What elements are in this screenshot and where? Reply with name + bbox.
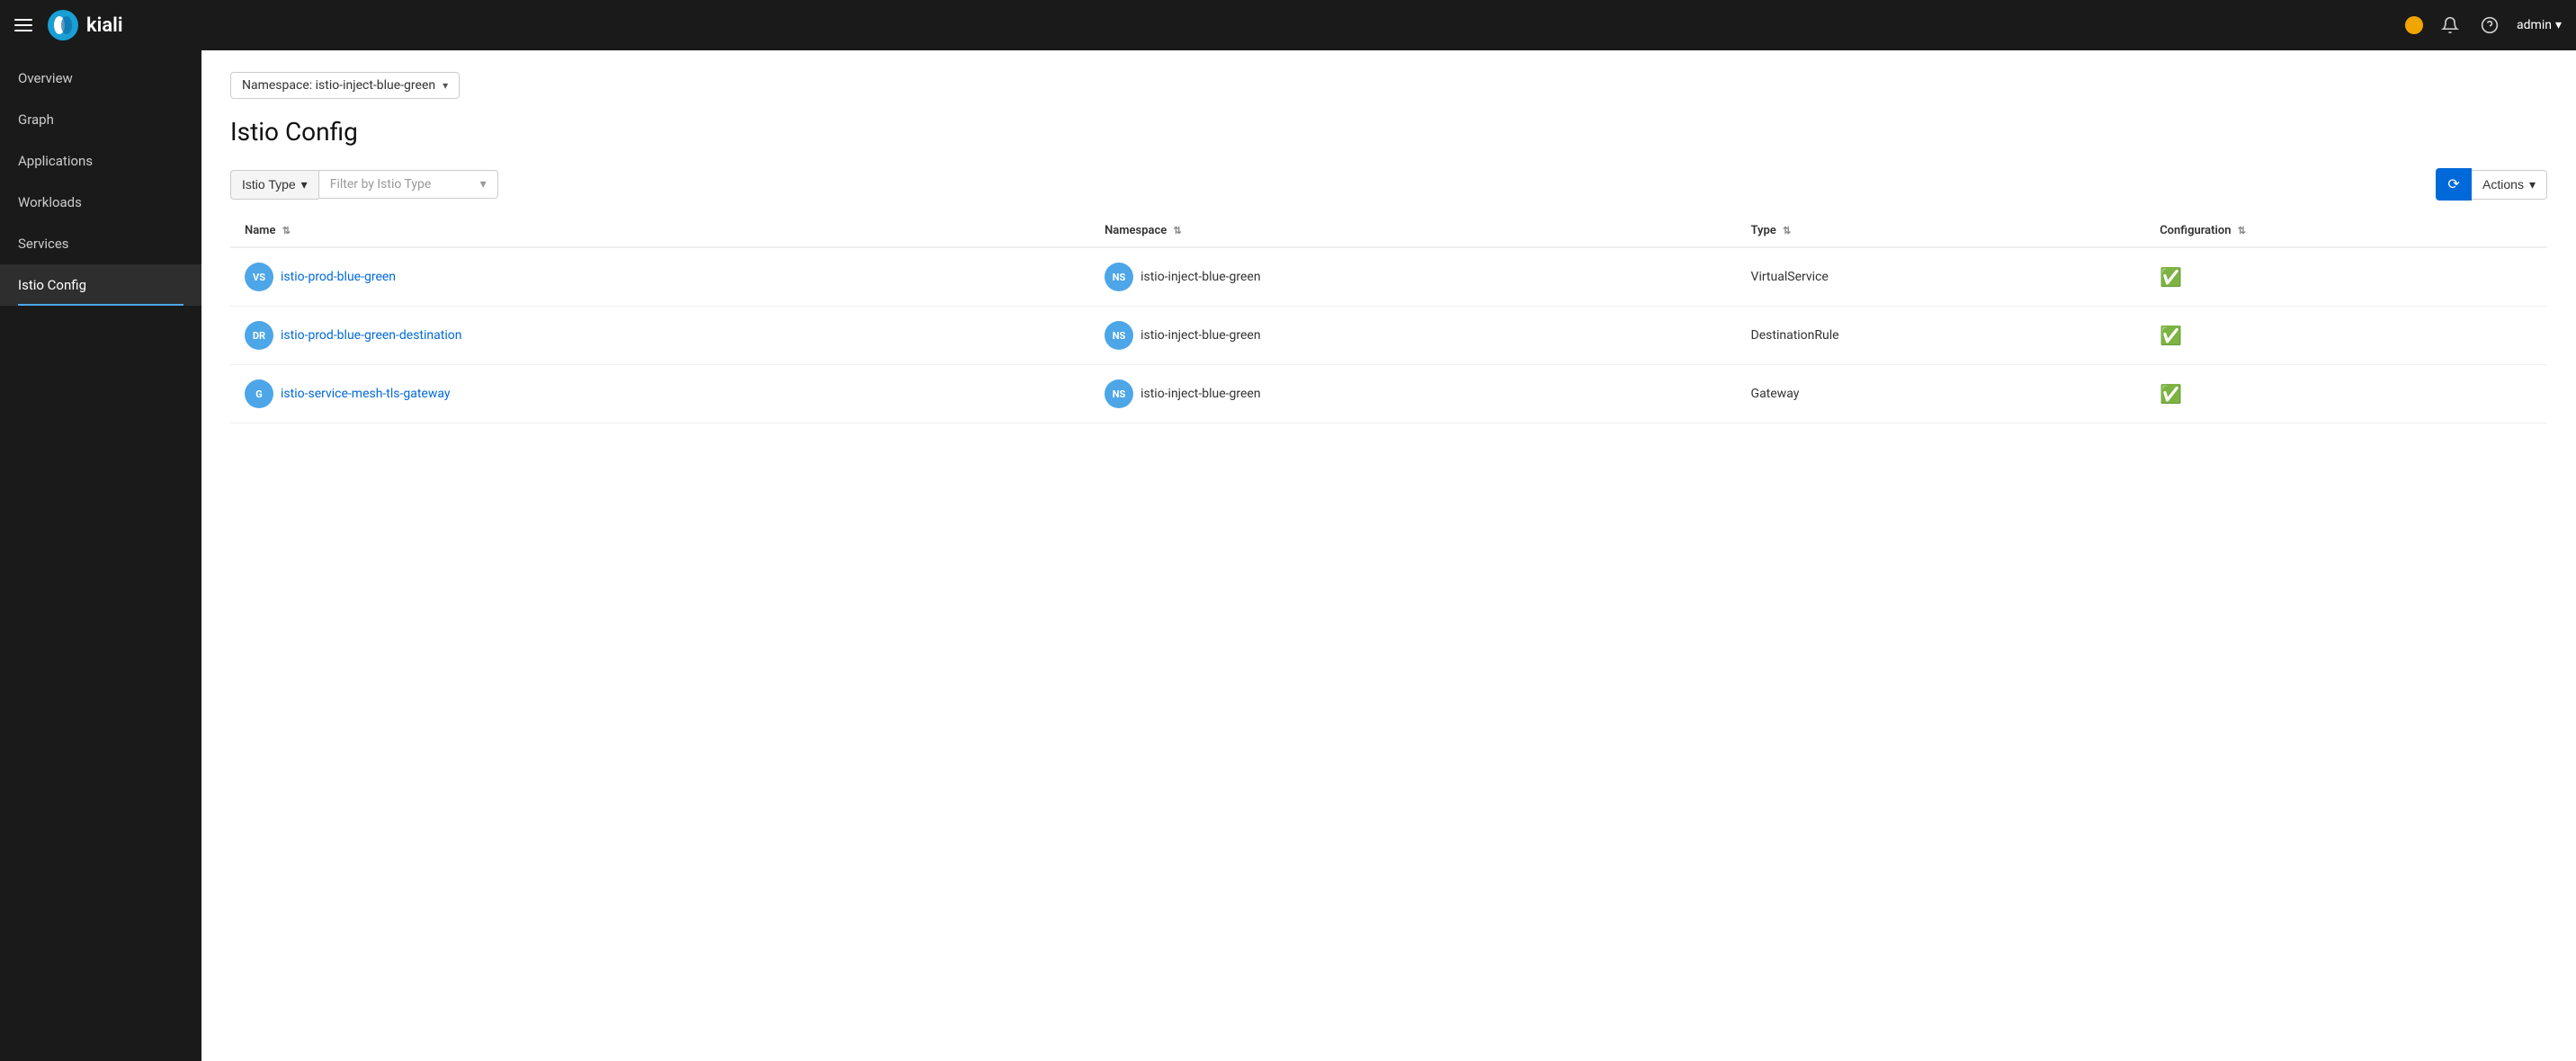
sidebar-item-istio-config[interactable]: Istio Config xyxy=(0,264,201,306)
valid-icon: ✅ xyxy=(2160,325,2182,346)
col-configuration-sort-icon[interactable]: ⇅ xyxy=(2238,225,2246,236)
col-namespace: Namespace ⇅ xyxy=(1090,215,1736,247)
cell-namespace-0: NS istio-inject-blue-green xyxy=(1090,247,1736,307)
logo-text: kiali xyxy=(86,14,123,37)
col-configuration-label: Configuration xyxy=(2160,224,2231,237)
health-status-icon[interactable] xyxy=(2405,16,2423,34)
kiali-logo[interactable]: kiali xyxy=(47,9,123,41)
name-link-1[interactable]: istio-prod-blue-green-destination xyxy=(281,328,461,343)
filter-type-chevron-icon: ▾ xyxy=(301,177,308,192)
question-icon xyxy=(2481,16,2499,34)
type-value-1: DestinationRule xyxy=(1751,328,1839,343)
actions-label: Actions xyxy=(2482,177,2524,192)
cell-name-0: VS istio-prod-blue-green xyxy=(230,247,1090,307)
namespace-value-1: istio-inject-blue-green xyxy=(1140,328,1261,343)
cell-configuration-1: ✅ xyxy=(2145,307,2547,365)
table-row: G istio-service-mesh-tls-gateway NS isti… xyxy=(230,365,2547,424)
sidebar-item-workloads[interactable]: Workloads xyxy=(0,182,201,223)
sidebar: Overview Graph Applications Workloads Se… xyxy=(0,50,201,1061)
sidebar-workloads-label: Workloads xyxy=(18,194,82,210)
notifications-icon[interactable] xyxy=(2437,13,2463,38)
filter-chevron-icon: ▾ xyxy=(480,177,487,192)
filter-input[interactable]: Filter by Istio Type ▾ xyxy=(318,170,498,199)
col-configuration: Configuration ⇅ xyxy=(2145,215,2547,247)
user-chevron-icon: ▾ xyxy=(2555,18,2562,32)
sidebar-services-label: Services xyxy=(18,236,69,252)
col-name-label: Name xyxy=(245,224,275,237)
cell-type-2: Gateway xyxy=(1737,365,2146,424)
table-row: DR istio-prod-blue-green-destination NS … xyxy=(230,307,2547,365)
type-value-0: VirtualService xyxy=(1751,270,1829,284)
sidebar-item-applications[interactable]: Applications xyxy=(0,140,201,182)
filter-type-label: Istio Type xyxy=(242,177,296,192)
ns-badge-0: NS xyxy=(1105,263,1133,291)
refresh-icon: ⟳ xyxy=(2447,175,2459,193)
filter-placeholder: Filter by Istio Type xyxy=(330,177,432,192)
type-value-2: Gateway xyxy=(1751,387,1800,401)
sidebar-item-overview[interactable]: Overview xyxy=(0,58,201,99)
filter-type-button[interactable]: Istio Type ▾ xyxy=(230,170,318,200)
cell-namespace-1: NS istio-inject-blue-green xyxy=(1090,307,1736,365)
col-name-sort-icon[interactable]: ⇅ xyxy=(282,225,291,236)
refresh-button[interactable]: ⟳ xyxy=(2436,168,2472,201)
col-namespace-label: Namespace xyxy=(1105,224,1167,237)
namespace-selector[interactable]: Namespace: istio-inject-blue-green ▾ xyxy=(230,72,460,99)
col-namespace-sort-icon[interactable]: ⇅ xyxy=(1174,225,1182,236)
namespace-value-2: istio-inject-blue-green xyxy=(1140,387,1261,401)
cell-name-2: G istio-service-mesh-tls-gateway xyxy=(230,365,1090,424)
cell-configuration-2: ✅ xyxy=(2145,365,2547,424)
navbar-right: admin ▾ xyxy=(2405,13,2562,38)
table-body: VS istio-prod-blue-green NS istio-inject… xyxy=(230,247,2547,424)
cell-name-1: DR istio-prod-blue-green-destination xyxy=(230,307,1090,365)
bell-icon xyxy=(2441,16,2459,34)
table-row: VS istio-prod-blue-green NS istio-inject… xyxy=(230,247,2547,307)
sidebar-item-graph[interactable]: Graph xyxy=(0,99,201,140)
namespace-chevron-icon: ▾ xyxy=(443,79,448,92)
ns-badge-1: NS xyxy=(1105,321,1133,350)
filter-group: Istio Type ▾ Filter by Istio Type ▾ xyxy=(230,170,498,200)
actions-chevron-icon: ▾ xyxy=(2529,177,2536,192)
user-menu[interactable]: admin ▾ xyxy=(2517,18,2562,32)
table-header: Name ⇅ Namespace ⇅ Type ⇅ Configuration … xyxy=(230,215,2547,247)
actions-button[interactable]: Actions ▾ xyxy=(2472,170,2547,200)
page-title: Istio Config xyxy=(230,117,2547,147)
vs-badge-2: G xyxy=(245,379,273,408)
valid-icon: ✅ xyxy=(2160,266,2182,288)
main-layout: Overview Graph Applications Workloads Se… xyxy=(0,50,2576,1061)
col-name: Name ⇅ xyxy=(230,215,1090,247)
vs-badge-1: DR xyxy=(245,321,273,350)
vs-badge-0: VS xyxy=(245,263,273,291)
cell-type-1: DestinationRule xyxy=(1737,307,2146,365)
kiali-logo-icon xyxy=(47,9,79,41)
sidebar-overview-label: Overview xyxy=(18,70,73,86)
namespace-value-0: istio-inject-blue-green xyxy=(1140,270,1261,284)
cell-namespace-2: NS istio-inject-blue-green xyxy=(1090,365,1736,424)
config-table: Name ⇅ Namespace ⇅ Type ⇅ Configuration … xyxy=(230,215,2547,424)
sidebar-istio-config-label: Istio Config xyxy=(18,277,86,293)
toolbar-right: ⟳ Actions ▾ xyxy=(2436,168,2547,201)
main-content: Namespace: istio-inject-blue-green ▾ Ist… xyxy=(201,50,2576,1061)
hamburger-menu[interactable] xyxy=(14,19,32,31)
toolbar: Istio Type ▾ Filter by Istio Type ▾ ⟳ Ac… xyxy=(230,168,2547,201)
name-link-0[interactable]: istio-prod-blue-green xyxy=(281,270,396,284)
sidebar-graph-label: Graph xyxy=(18,111,54,128)
ns-badge-2: NS xyxy=(1105,379,1133,408)
namespace-selector-label: Namespace: istio-inject-blue-green xyxy=(242,78,435,93)
name-link-2[interactable]: istio-service-mesh-tls-gateway xyxy=(281,387,451,401)
sidebar-applications-label: Applications xyxy=(18,153,93,169)
username-label: admin xyxy=(2517,18,2552,32)
cell-type-0: VirtualService xyxy=(1737,247,2146,307)
col-type-sort-icon[interactable]: ⇅ xyxy=(1783,225,1791,236)
help-icon[interactable] xyxy=(2477,13,2502,38)
col-type-label: Type xyxy=(1751,224,1776,237)
sidebar-item-services[interactable]: Services xyxy=(0,223,201,264)
valid-icon: ✅ xyxy=(2160,383,2182,405)
top-navbar: kiali admin ▾ xyxy=(0,0,2576,50)
cell-configuration-0: ✅ xyxy=(2145,247,2547,307)
col-type: Type ⇅ xyxy=(1737,215,2146,247)
